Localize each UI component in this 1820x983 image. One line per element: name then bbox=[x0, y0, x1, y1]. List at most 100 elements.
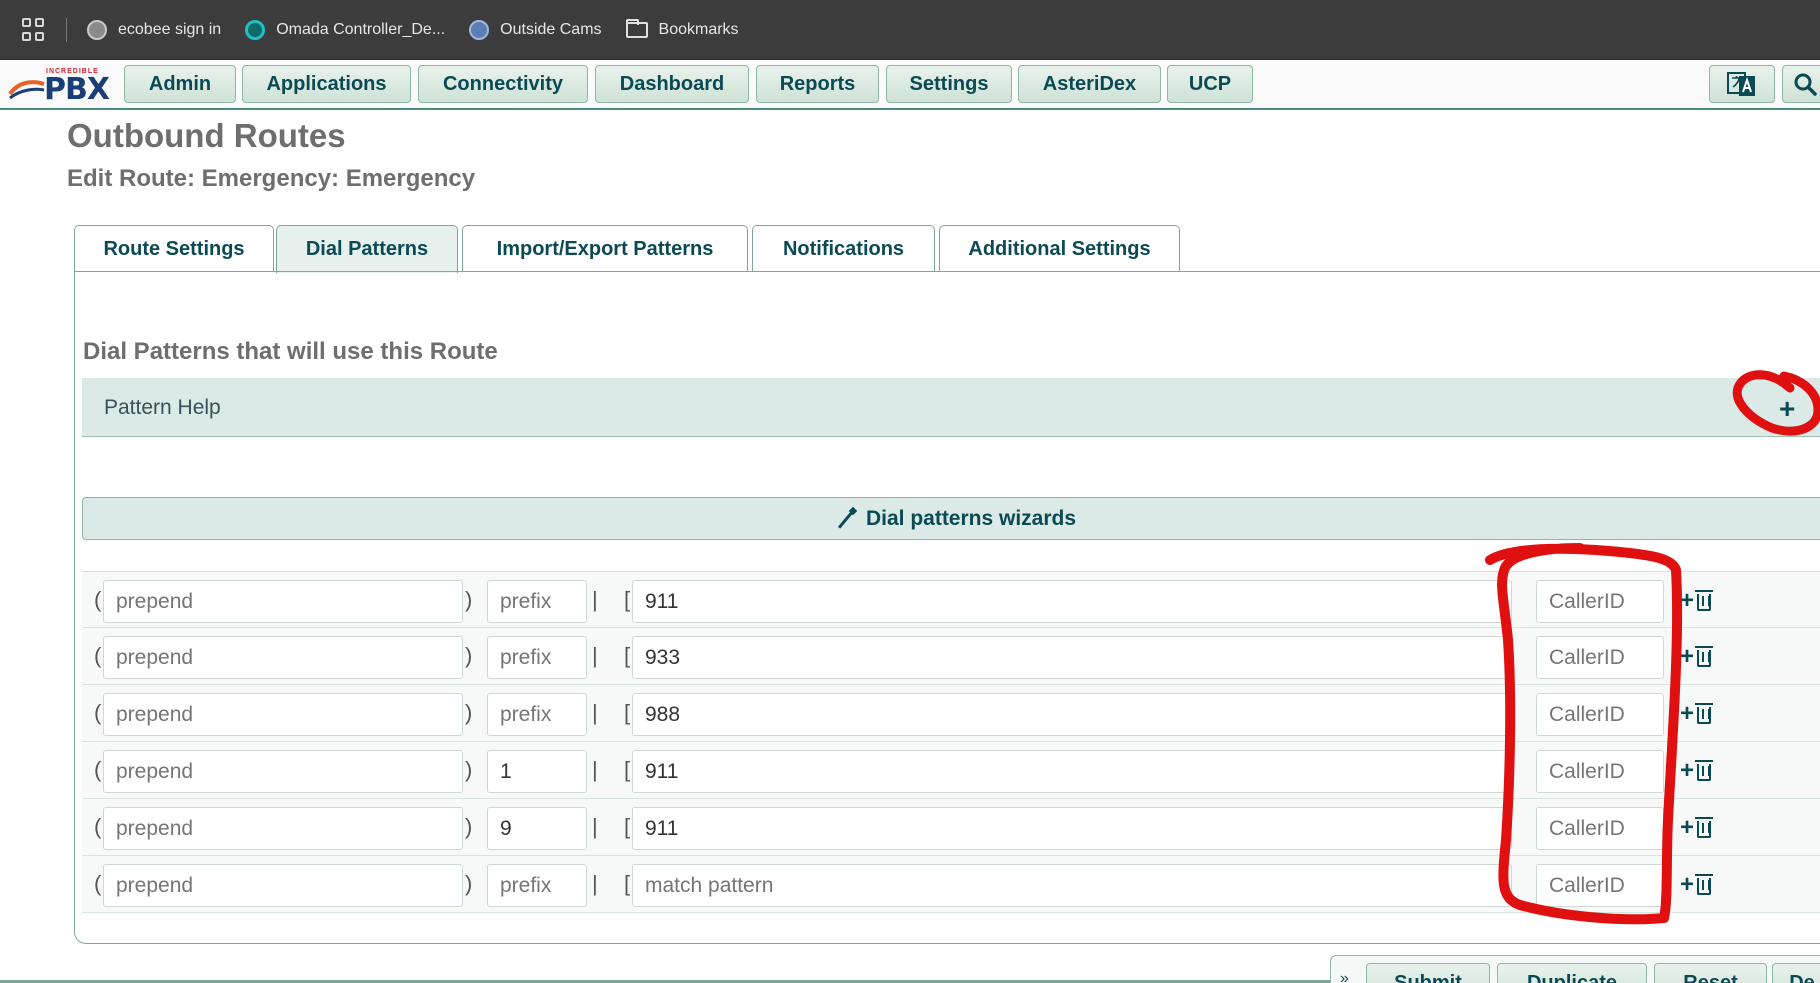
open-square: [ bbox=[624, 700, 631, 725]
match-pattern-field[interactable] bbox=[632, 580, 1512, 623]
nav-connectivity[interactable]: Connectivity bbox=[418, 65, 588, 103]
open-square: [ bbox=[624, 757, 631, 782]
open-paren: ( bbox=[94, 700, 102, 725]
prefix-field[interactable] bbox=[487, 636, 587, 679]
callerid-field[interactable] bbox=[1536, 636, 1664, 679]
trash-icon[interactable] bbox=[1695, 590, 1714, 611]
match-pattern-field[interactable] bbox=[632, 636, 1512, 679]
bookmark-folder[interactable]: Bookmarks bbox=[625, 12, 739, 48]
nav-reports[interactable]: Reports bbox=[756, 65, 879, 103]
collapse-chevron-icon[interactable]: » bbox=[1340, 970, 1349, 983]
pipe-separator: | bbox=[592, 871, 598, 896]
bookmark-omada[interactable]: Omada Controller_De... bbox=[245, 12, 445, 48]
translate-icon bbox=[1727, 72, 1755, 96]
bookmark-outside-cams[interactable]: Outside Cams bbox=[469, 12, 602, 48]
apps-grid-icon[interactable] bbox=[22, 17, 46, 42]
add-row-icon[interactable]: + bbox=[1680, 816, 1694, 840]
match-pattern-field[interactable] bbox=[632, 864, 1512, 907]
prefix-field[interactable] bbox=[487, 750, 587, 793]
search-button[interactable] bbox=[1782, 65, 1820, 103]
add-row-icon[interactable]: + bbox=[1680, 645, 1694, 669]
trash-icon[interactable] bbox=[1695, 817, 1714, 838]
prepend-field[interactable] bbox=[103, 864, 463, 907]
pattern-help-panel[interactable]: Pattern Help + bbox=[82, 378, 1820, 437]
tab-additional-settings[interactable]: Additional Settings bbox=[939, 225, 1180, 272]
callerid-field[interactable] bbox=[1536, 807, 1664, 850]
bookmarks-separator bbox=[66, 17, 67, 42]
add-row-icon[interactable]: + bbox=[1680, 873, 1694, 897]
tab-import-export-patterns[interactable]: Import/Export Patterns bbox=[462, 225, 748, 272]
bookmarks-bar: ecobee sign in Omada Controller_De... Ou… bbox=[0, 0, 1820, 60]
open-paren: ( bbox=[94, 757, 102, 782]
wizard-label: Dial patterns wizards bbox=[865, 506, 1077, 530]
dial-pattern-row: ( ) | [ + bbox=[82, 628, 1820, 685]
nav-asteridex[interactable]: AsteriDex bbox=[1018, 65, 1161, 103]
bookmark-label: Omada Controller_De... bbox=[276, 20, 446, 38]
submit-button[interactable]: Submit bbox=[1366, 963, 1490, 983]
add-row-icon[interactable]: + bbox=[1680, 589, 1694, 613]
open-square: [ bbox=[624, 587, 631, 612]
nav-ucp[interactable]: UCP bbox=[1167, 65, 1253, 103]
tab-route-settings[interactable]: Route Settings bbox=[74, 225, 274, 272]
match-pattern-field[interactable] bbox=[632, 693, 1512, 736]
tab-dial-patterns[interactable]: Dial Patterns bbox=[276, 225, 458, 273]
dial-pattern-row: ( ) | [ + bbox=[82, 799, 1820, 856]
bookmark-ecobee[interactable]: ecobee sign in bbox=[87, 12, 221, 48]
trash-icon[interactable] bbox=[1695, 703, 1714, 724]
nav-admin[interactable]: Admin bbox=[124, 65, 236, 103]
dial-pattern-row: ( ) | [ + bbox=[82, 742, 1820, 799]
expand-plus-icon[interactable]: + bbox=[1779, 395, 1795, 423]
trash-icon[interactable] bbox=[1695, 874, 1714, 895]
trash-icon[interactable] bbox=[1695, 646, 1714, 667]
prepend-field[interactable] bbox=[103, 807, 463, 850]
close-paren: ) bbox=[465, 871, 473, 896]
tab-notifications[interactable]: Notifications bbox=[752, 225, 935, 272]
dial-pattern-row: ( ) | [ + bbox=[82, 856, 1820, 913]
reset-button[interactable]: Reset bbox=[1654, 963, 1767, 983]
delete-button[interactable]: De bbox=[1772, 963, 1820, 983]
prefix-field[interactable] bbox=[487, 580, 587, 623]
prefix-field[interactable] bbox=[487, 807, 587, 850]
dial-pattern-row: ( ) | [ + bbox=[82, 685, 1820, 742]
nav-settings[interactable]: Settings bbox=[886, 65, 1012, 103]
row-actions: + bbox=[1680, 589, 1714, 613]
incrediblepbx-logo[interactable]: INCREDIBLE PBX bbox=[8, 68, 118, 107]
prepend-field[interactable] bbox=[103, 750, 463, 793]
page-subtitle: Edit Route: Emergency: Emergency bbox=[67, 165, 476, 192]
callerid-field[interactable] bbox=[1536, 580, 1664, 623]
row-actions: + bbox=[1680, 873, 1714, 897]
close-paren: ) bbox=[465, 814, 473, 839]
section-heading: Dial Patterns that will use this Route bbox=[83, 338, 498, 365]
pipe-separator: | bbox=[592, 757, 598, 782]
prepend-field[interactable] bbox=[103, 636, 463, 679]
row-actions: + bbox=[1680, 759, 1714, 783]
add-row-icon[interactable]: + bbox=[1680, 759, 1694, 783]
callerid-field[interactable] bbox=[1536, 750, 1664, 793]
dial-patterns-wizard-button[interactable]: Dial patterns wizards bbox=[82, 497, 1820, 540]
prefix-field[interactable] bbox=[487, 693, 587, 736]
cams-icon bbox=[469, 19, 490, 40]
folder-icon bbox=[625, 18, 648, 38]
nav-applications[interactable]: Applications bbox=[242, 65, 411, 103]
callerid-field[interactable] bbox=[1536, 864, 1664, 907]
open-paren: ( bbox=[94, 814, 102, 839]
language-button[interactable] bbox=[1709, 65, 1775, 103]
match-pattern-field[interactable] bbox=[632, 807, 1512, 850]
open-square: [ bbox=[624, 871, 631, 896]
logo-swoosh-icon bbox=[8, 80, 45, 100]
bookmark-label: Outside Cams bbox=[500, 20, 602, 38]
prefix-field[interactable] bbox=[487, 864, 587, 907]
bookmark-label: Bookmarks bbox=[658, 20, 739, 38]
omada-icon bbox=[245, 19, 266, 40]
app-nav: INCREDIBLE PBX Admin Applications Connec… bbox=[0, 61, 1820, 110]
match-pattern-field[interactable] bbox=[632, 750, 1512, 793]
close-paren: ) bbox=[465, 643, 473, 668]
trash-icon[interactable] bbox=[1695, 760, 1714, 781]
prepend-field[interactable] bbox=[103, 693, 463, 736]
duplicate-button[interactable]: Duplicate bbox=[1497, 963, 1647, 983]
callerid-field[interactable] bbox=[1536, 693, 1664, 736]
prepend-field[interactable] bbox=[103, 580, 463, 623]
page-title: Outbound Routes bbox=[67, 117, 346, 154]
add-row-icon[interactable]: + bbox=[1680, 702, 1694, 726]
nav-dashboard[interactable]: Dashboard bbox=[595, 65, 749, 103]
